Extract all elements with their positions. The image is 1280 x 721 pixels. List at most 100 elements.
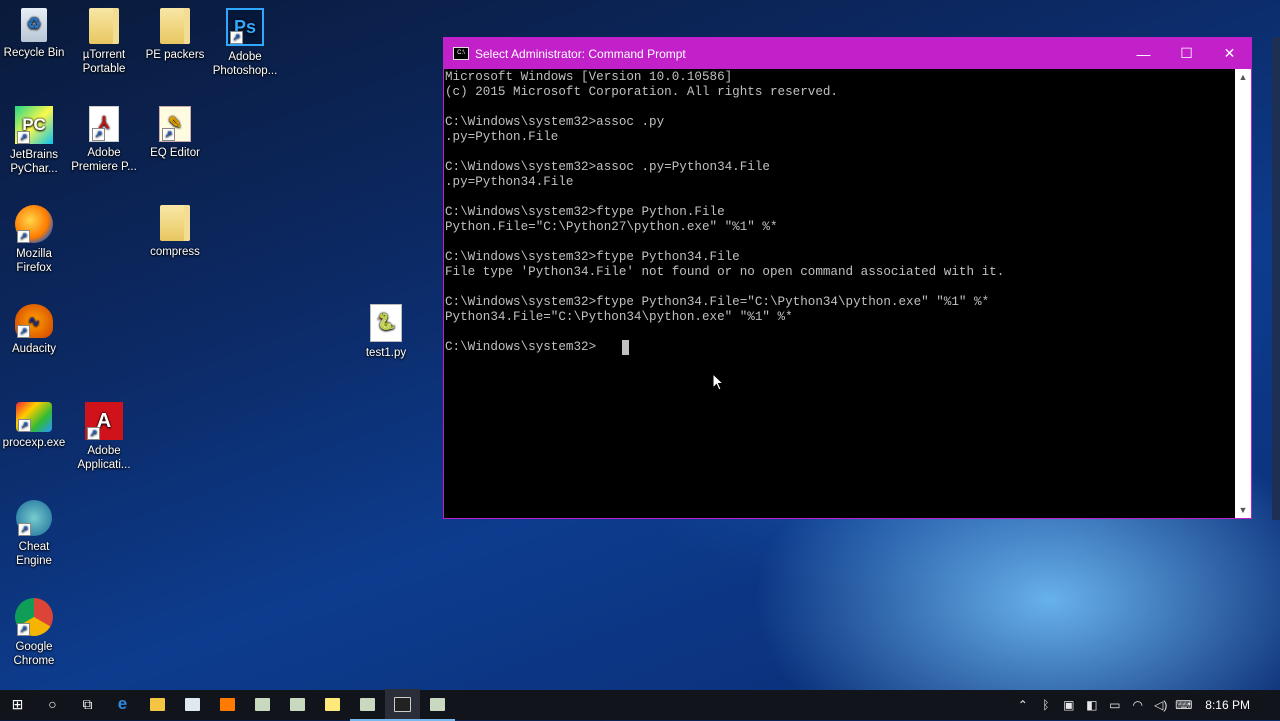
desktop-icon-label: Recycle Bin xyxy=(3,47,65,59)
console-output[interactable]: Microsoft Windows [Version 10.0.10586] (c… xyxy=(444,69,1235,518)
console-line: .py=Python34.File xyxy=(445,175,1235,190)
desktop-icon-label: µTorrent Portable xyxy=(82,49,126,75)
shortcut-arrow-icon: ↗ xyxy=(87,427,100,440)
console-line-text: Python34.File="C:\Python34\python.exe" "… xyxy=(445,310,793,324)
desktop-icon[interactable]: ↗ procexp.exe xyxy=(0,402,68,450)
desktop-icon[interactable]: ↗ Google Chrome xyxy=(0,598,68,668)
console-line: File type 'Python34.File' not found or n… xyxy=(445,265,1235,280)
console-line: C:\Windows\system32>ftype Python34.File=… xyxy=(445,295,1235,310)
volume-icon[interactable]: ◁) xyxy=(1149,698,1172,712)
desktop-icon-label: Audacity xyxy=(11,343,57,355)
shortcut-arrow-icon: ↗ xyxy=(18,523,31,536)
console-line: C:\Windows\system32>ftype Python.File xyxy=(445,205,1235,220)
console-line: C:\Windows\system32> xyxy=(445,340,1235,355)
photoshop-icon: Ps ↗ xyxy=(226,8,264,46)
start-button-glyph: ⊞ xyxy=(11,695,24,712)
console-line-text: File type 'Python34.File' not found or n… xyxy=(445,265,1005,279)
edge-icon-glyph: e xyxy=(117,694,128,713)
desktop-icon[interactable]: PE packers xyxy=(141,8,209,62)
tray-app-icon[interactable]: ◧ xyxy=(1080,698,1103,712)
python-file-icon: 🐍 xyxy=(370,304,402,342)
desktop-icon[interactable]: Ps ↗ Adobe Photoshop... xyxy=(211,8,279,78)
maximize-button[interactable]: ☐ xyxy=(1165,38,1208,69)
desktop-icon[interactable]: ⅄ ↗ Adobe Premiere P... xyxy=(70,106,138,174)
cortana-search-button[interactable]: ○ xyxy=(35,689,70,719)
firefox-icon: ↗ xyxy=(15,205,53,243)
console-line: (c) 2015 Microsoft Corporation. All righ… xyxy=(445,85,1235,100)
console-line-text: .py=Python.File xyxy=(445,130,559,144)
procexp-icon: ↗ xyxy=(16,402,52,432)
desktop-icon-label: Adobe Applicati... xyxy=(77,445,131,471)
background-window-edge xyxy=(1272,37,1280,520)
console-line-text: C:\Windows\system32>ftype Python34.File xyxy=(445,250,740,264)
desktop-icon[interactable]: µTorrent Portable xyxy=(70,8,138,76)
desktop-icon[interactable]: A ↗ Adobe Applicati... xyxy=(70,402,138,472)
desktop-icon-label: EQ Editor xyxy=(150,147,200,159)
tray-app-icon[interactable]: ▣ xyxy=(1057,698,1080,712)
file-explorer-icon[interactable] xyxy=(140,689,175,719)
app-icon[interactable] xyxy=(350,689,385,721)
notepad-icon: ✎ ↗ xyxy=(159,106,191,142)
scroll-down-icon[interactable]: ▼ xyxy=(1235,502,1251,518)
console-line: C:\Windows\system32>assoc .py=Python34.F… xyxy=(445,160,1235,175)
desktop-icon[interactable]: PC ↗ JetBrains PyChar... xyxy=(0,106,68,176)
notepad-icon[interactable] xyxy=(315,689,350,719)
shortcut-arrow-icon: ↗ xyxy=(17,623,30,636)
desktop-icon-label: PE packers xyxy=(145,49,205,61)
show-hidden-icons-icon[interactable]: ⌃ xyxy=(1011,698,1034,712)
console-line-text: Microsoft Windows [Version 10.0.10586] xyxy=(445,70,733,84)
start-button[interactable]: ⊞ xyxy=(0,689,35,719)
scroll-up-icon[interactable]: ▲ xyxy=(1235,69,1251,85)
console-line: C:\Windows\system32>assoc .py xyxy=(445,115,1235,130)
command-prompt-window[interactable]: C:\ Select Administrator: Command Prompt… xyxy=(443,37,1252,519)
task-view-button-glyph: ⧉ xyxy=(82,695,93,712)
close-button[interactable]: ✕ xyxy=(1208,38,1251,69)
firefox-icon[interactable] xyxy=(210,689,245,719)
desktop-icon[interactable]: ♻ Recycle Bin xyxy=(0,8,68,60)
desktop-icon[interactable]: ✎ ↗ EQ Editor xyxy=(141,106,209,160)
desktop-icon-label: Cheat Engine xyxy=(16,541,52,567)
desktop-icon[interactable]: ↗ Mozilla Firefox xyxy=(0,205,68,275)
wifi-icon[interactable]: ◠ xyxy=(1126,698,1149,712)
cmd-icon-shape xyxy=(394,696,411,712)
cortana-search-button-glyph: ○ xyxy=(48,696,57,712)
file-explorer-icon-shape xyxy=(150,697,165,711)
battery-icon[interactable]: ▭ xyxy=(1103,698,1126,712)
console-line: Python34.File="C:\Python34\python.exe" "… xyxy=(445,310,1235,325)
console-line: .py=Python.File xyxy=(445,130,1235,145)
console-line-text: C:\Windows\system32>ftype Python34.File=… xyxy=(445,295,990,309)
shortcut-arrow-icon: ↗ xyxy=(92,128,105,141)
adobe-icon: A ↗ xyxy=(85,402,123,440)
console-line-text: C:\Windows\system32>assoc .py=Python34.F… xyxy=(445,160,770,174)
app-icon[interactable] xyxy=(280,689,315,719)
chrome-icon: ↗ xyxy=(15,598,53,636)
store-icon[interactable] xyxy=(175,689,210,719)
app-icon[interactable] xyxy=(420,689,455,721)
window-title: Select Administrator: Command Prompt xyxy=(475,46,686,61)
app-icon[interactable] xyxy=(245,689,280,719)
desktop-icon[interactable]: 🐍 test1.py xyxy=(352,304,420,360)
console-line-text: (c) 2015 Microsoft Corporation. All righ… xyxy=(445,85,838,99)
cmd-icon[interactable] xyxy=(385,689,420,721)
vertical-scrollbar[interactable]: ▲ ▼ xyxy=(1235,69,1251,518)
minimize-button[interactable]: — xyxy=(1122,38,1165,69)
console-line-text: .py=Python34.File xyxy=(445,175,574,189)
console-line-text: C:\Windows\system32>ftype Python.File xyxy=(445,205,725,219)
console-line-text: C:\Windows\system32> xyxy=(445,340,597,354)
window-titlebar[interactable]: C:\ Select Administrator: Command Prompt… xyxy=(444,38,1251,69)
edge-icon[interactable]: e xyxy=(105,689,140,719)
shortcut-arrow-icon: ↗ xyxy=(162,128,175,141)
store-icon-shape xyxy=(185,697,200,711)
clock[interactable]: 8:16 PM xyxy=(1195,698,1280,712)
desktop-icon[interactable]: compress xyxy=(141,205,209,259)
desktop-icon[interactable]: ∿ ↗ Audacity xyxy=(0,304,68,356)
task-view-button[interactable]: ⧉ xyxy=(70,689,105,719)
bluetooth-icon[interactable]: ᛒ xyxy=(1034,698,1057,712)
desktop-icon-label: Google Chrome xyxy=(13,641,55,667)
keyboard-icon[interactable]: ⌨ xyxy=(1172,698,1195,712)
desktop-icon[interactable]: ↗ Cheat Engine xyxy=(0,500,68,568)
console-line: Microsoft Windows [Version 10.0.10586] xyxy=(445,70,1235,85)
